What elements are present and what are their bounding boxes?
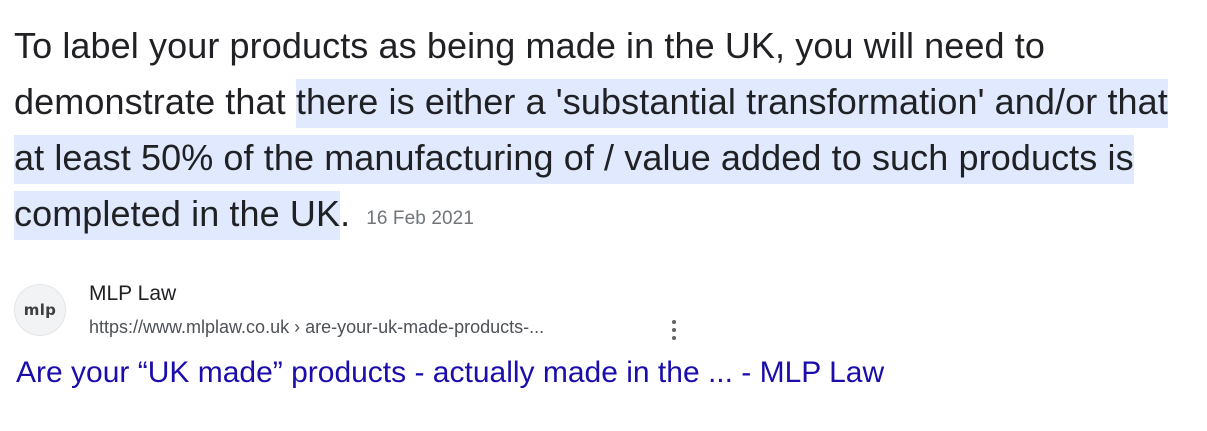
snippet-date: 16 Feb 2021 <box>366 208 474 229</box>
result-source[interactable]: mlp MLP Law https://www.mlplaw.co.uk › a… <box>14 280 714 342</box>
more-dot <box>672 336 676 340</box>
more-dot <box>672 328 676 332</box>
featured-snippet: To label your products as being made in … <box>14 18 1199 247</box>
site-name[interactable]: MLP Law <box>89 282 176 306</box>
snippet-text-end: . <box>340 193 351 234</box>
more-vert-icon[interactable] <box>662 316 686 344</box>
site-url[interactable]: https://www.mlplaw.co.uk › are-your-uk-m… <box>89 317 544 338</box>
result-title-link[interactable]: Are your “UK made” products - actually m… <box>16 356 884 390</box>
more-dot <box>672 320 676 324</box>
mlp-law-logo-icon[interactable]: mlp <box>14 284 66 336</box>
